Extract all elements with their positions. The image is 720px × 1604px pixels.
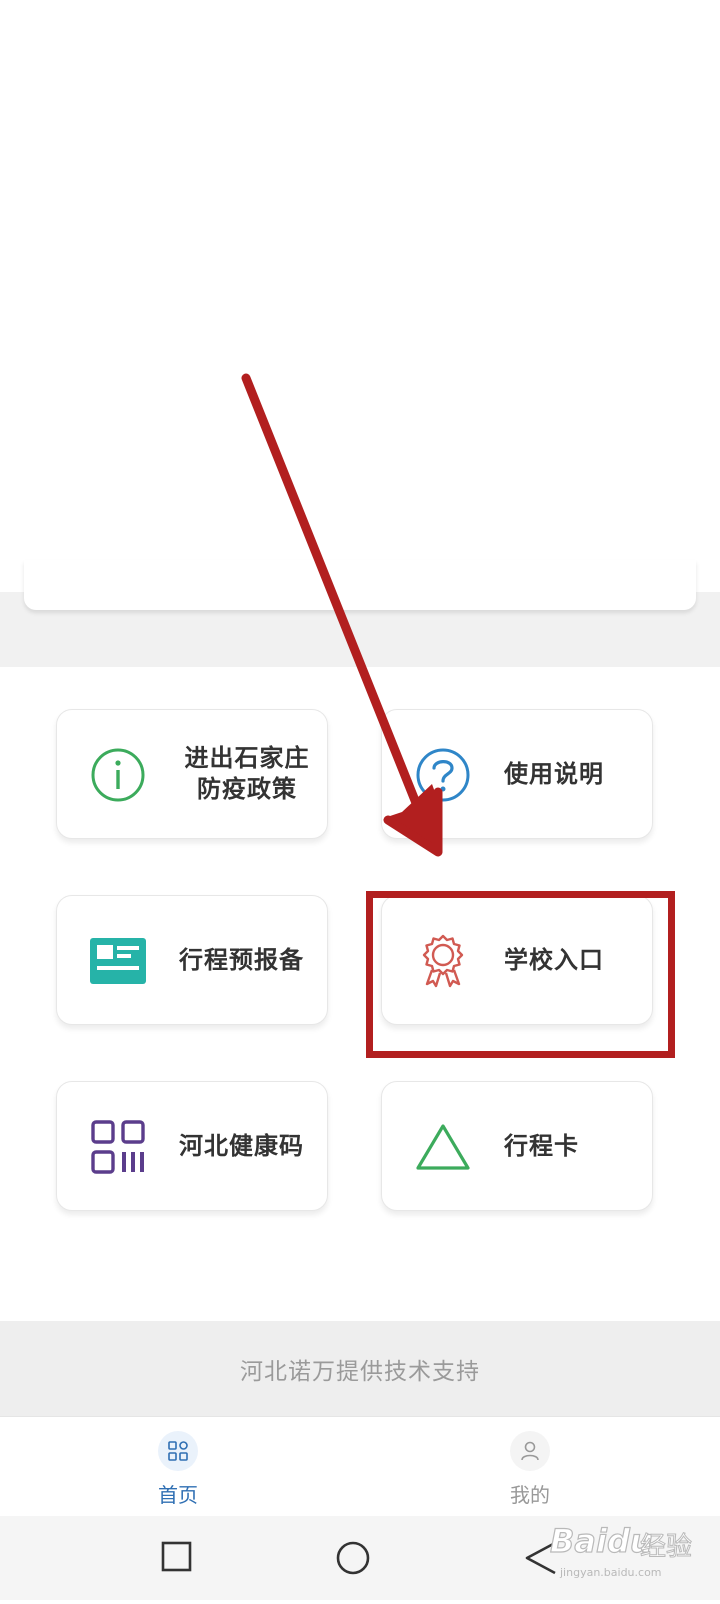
- watermark-brand-cn: 经验: [639, 1532, 693, 1563]
- tab-home[interactable]: 首页: [78, 1417, 278, 1517]
- trip-card-card[interactable]: 行程卡: [381, 1081, 653, 1211]
- tab-home-label: 首页: [158, 1483, 198, 1507]
- watermark-url: jingyan.baidu.com: [560, 1566, 662, 1579]
- trip-report-label: 行程预报备: [179, 945, 304, 974]
- bottom-tab-bar: 首页 我的: [0, 1416, 720, 1517]
- id-card-icon: [90, 938, 146, 984]
- guide-label: 使用说明: [504, 759, 604, 788]
- triangle-icon: [416, 1124, 470, 1170]
- policy-label-line2: 防疫政策: [197, 775, 297, 803]
- tab-mine[interactable]: 我的: [430, 1417, 630, 1517]
- policy-card[interactable]: 进出石家庄 防疫政策: [56, 709, 328, 839]
- policy-label-line1: 进出石家庄: [184, 744, 310, 772]
- top-card-bottom-edge: [24, 560, 696, 610]
- tech-support-footer: 河北诺万提供技术支持: [0, 1321, 720, 1416]
- health-code-card[interactable]: 河北健康码: [56, 1081, 328, 1211]
- recents-square-icon: [161, 1541, 192, 1572]
- policy-label: 进出石家庄 防疫政策: [179, 710, 315, 838]
- tab-mine-label: 我的: [510, 1483, 550, 1507]
- top-content-area: [0, 0, 720, 592]
- qr-code-icon: [91, 1120, 145, 1174]
- highlight-box: [366, 891, 675, 1058]
- trip-report-card[interactable]: 行程预报备: [56, 895, 328, 1025]
- user-icon: [510, 1431, 550, 1471]
- grid-apps-icon: [158, 1431, 198, 1471]
- info-circle-icon: [91, 748, 145, 802]
- guide-card[interactable]: 使用说明: [381, 709, 653, 839]
- home-button[interactable]: [313, 1516, 393, 1600]
- recents-button[interactable]: [136, 1516, 216, 1600]
- health-code-label: 河北健康码: [179, 1131, 304, 1160]
- watermark-brand: Baidu: [549, 1521, 653, 1560]
- trip-card-label: 行程卡: [504, 1131, 579, 1160]
- home-circle-icon: [336, 1541, 370, 1575]
- question-circle-icon: [416, 748, 470, 802]
- baidu-watermark: Baidu 经验 jingyan.baidu.com: [530, 1518, 720, 1588]
